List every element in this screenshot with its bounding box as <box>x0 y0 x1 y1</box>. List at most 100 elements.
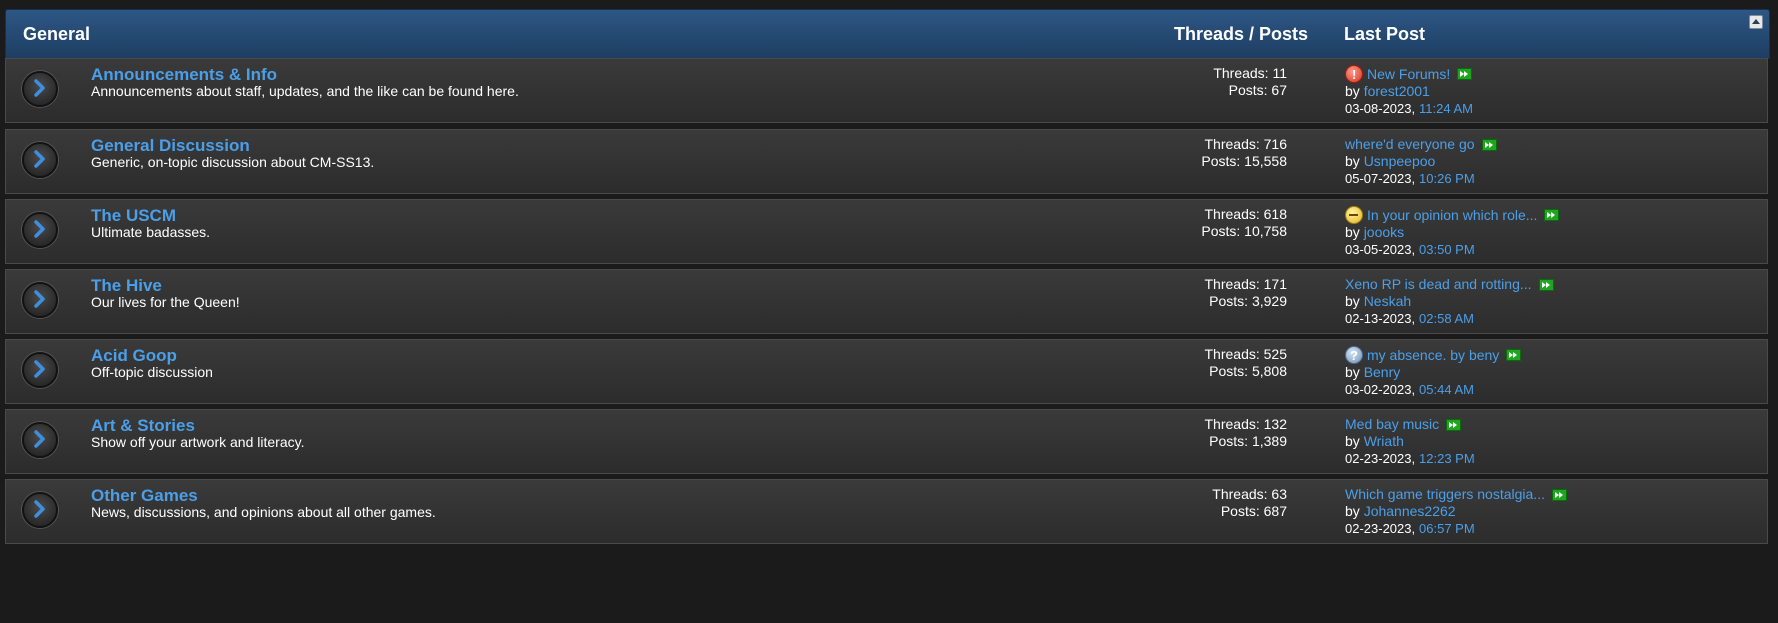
forum-title-link[interactable]: The USCM <box>91 206 176 226</box>
go-to-last-post-icon[interactable] <box>1481 138 1497 151</box>
forum-title-link[interactable]: The Hive <box>91 276 162 296</box>
last-post-date: 02-23-2023, <box>1345 451 1416 466</box>
forum-row: General Discussion Generic, on-topic disc… <box>5 129 1768 194</box>
forum-category-general: General Threads / Posts Last Post Announ… <box>5 9 1770 544</box>
chevron-right-icon <box>34 220 45 238</box>
go-to-last-post-icon[interactable] <box>1538 278 1554 291</box>
question-icon <box>1345 346 1363 364</box>
thread-count: Threads: 618 <box>1204 206 1288 222</box>
thread-count: Threads: 132 <box>1204 416 1288 432</box>
forum-description: Show off your artwork and literacy. <box>91 434 305 450</box>
by-label: by <box>1345 224 1360 240</box>
last-post-time: 05:44 AM <box>1419 382 1474 397</box>
last-post-user-link[interactable]: Wriath <box>1364 433 1404 449</box>
thread-count: Threads: 525 <box>1204 346 1288 362</box>
forum-description: Ultimate badasses. <box>91 224 211 240</box>
chevron-right-icon <box>34 79 45 97</box>
last-post-time: 10:26 PM <box>1419 171 1475 186</box>
forum-description: Our lives for the Queen! <box>91 294 240 310</box>
forum-description: News, discussions, and opinions about al… <box>91 504 436 520</box>
forum-stats: Threads: 716 Posts: 15,558 <box>1201 136 1287 170</box>
last-post-user-link[interactable]: Neskah <box>1364 293 1411 309</box>
last-post-time: 12:23 PM <box>1419 451 1475 466</box>
post-count: Posts: 1,389 <box>1209 433 1287 449</box>
go-to-last-post-icon[interactable] <box>1544 209 1560 221</box>
last-post-user-link[interactable]: forest2001 <box>1364 83 1430 99</box>
last-post-thread-link[interactable]: Med bay music <box>1345 416 1439 433</box>
post-count: Posts: 15,558 <box>1201 153 1287 169</box>
last-post: where'd everyone go by Usnpeepoo 05-07-202… <box>1345 136 1497 187</box>
forum-description: Announcements about staff, updates, and … <box>91 83 519 99</box>
neutral-face-icon <box>1345 206 1363 224</box>
last-post-thread-link[interactable]: my absence. by beny <box>1367 347 1499 364</box>
by-label: by <box>1345 153 1360 169</box>
forum-stats: Threads: 618 Posts: 10,758 <box>1201 206 1287 240</box>
chevron-right-icon <box>34 430 45 448</box>
forum-title-link[interactable]: Announcements & Info <box>91 65 277 85</box>
forum-title-link[interactable]: General Discussion <box>91 136 250 156</box>
forum-stats: Threads: 171 Posts: 3,929 <box>1205 276 1288 310</box>
post-count: Posts: 3,929 <box>1209 293 1287 309</box>
forum-status-icon <box>22 352 58 388</box>
go-to-last-post-icon[interactable] <box>1506 349 1522 361</box>
forum-stats: Threads: 63 Posts: 687 <box>1212 486 1287 520</box>
forum-title-link[interactable]: Acid Goop <box>91 346 177 366</box>
last-post-date: 03-08-2023, <box>1345 101 1416 116</box>
category-title: General <box>23 24 91 44</box>
forum-description: Off-topic discussion <box>91 364 213 380</box>
last-post: In your opinion which role... by joooks 03… <box>1345 206 1560 258</box>
forum-row: Announcements & Info Announcements about … <box>5 58 1768 123</box>
last-post-thread-link[interactable]: where'd everyone go <box>1345 136 1475 153</box>
chevron-right-icon <box>34 290 45 308</box>
last-post-user-link[interactable]: joooks <box>1364 224 1404 240</box>
by-label: by <box>1345 503 1360 519</box>
thread-count: Threads: 11 <box>1213 65 1287 81</box>
forum-title-link[interactable]: Art & Stories <box>91 416 195 436</box>
forum-status-icon <box>22 422 58 458</box>
last-post-date: 03-02-2023, <box>1345 382 1416 397</box>
go-to-last-post-icon[interactable] <box>1551 488 1567 501</box>
chevron-right-icon <box>34 150 45 168</box>
forum-description: Generic, on-topic discussion about CM-SS… <box>91 154 375 170</box>
last-post-user-link[interactable]: Benry <box>1364 364 1401 380</box>
thread-count: Threads: 63 <box>1212 486 1287 502</box>
last-post-date: 02-23-2023, <box>1345 521 1416 536</box>
forum-stats: Threads: 525 Posts: 5,808 <box>1205 346 1288 380</box>
go-to-last-post-icon[interactable] <box>1457 68 1473 80</box>
forum-row: Acid Goop Off-topic discussion Threads: 52… <box>5 339 1768 404</box>
last-post-thread-link[interactable]: Which game triggers nostalgia... <box>1345 486 1545 503</box>
last-post-time: 02:58 AM <box>1419 311 1474 326</box>
post-count: Posts: 10,758 <box>1201 223 1287 239</box>
forum-stats: Threads: 11 Posts: 67 <box>1213 65 1287 99</box>
forum-status-icon <box>22 212 58 248</box>
last-post-thread-link[interactable]: In your opinion which role... <box>1367 207 1537 224</box>
last-post-user-link[interactable]: Usnpeepoo <box>1364 153 1436 169</box>
last-post: New Forums! by forest2001 03-08-2023, 11:2… <box>1345 65 1473 117</box>
last-post-thread-link[interactable]: Xeno RP is dead and rotting... <box>1345 276 1532 293</box>
forum-row: The USCM Ultimate badasses. Threads: 618 Po… <box>5 199 1768 264</box>
category-header: General Threads / Posts Last Post <box>5 9 1770 59</box>
warning-icon <box>1345 65 1363 83</box>
forum-status-icon <box>22 282 58 318</box>
forum-status-icon <box>22 71 58 107</box>
post-count: Posts: 687 <box>1220 503 1287 519</box>
last-post-time: 06:57 PM <box>1419 521 1475 536</box>
post-count: Posts: 5,808 <box>1209 363 1287 379</box>
forum-row: The Hive Our lives for the Queen! Threads:… <box>5 269 1768 334</box>
last-post-thread-link[interactable]: New Forums! <box>1367 66 1450 83</box>
forum-title-link[interactable]: Other Games <box>91 486 198 506</box>
last-post-user-link[interactable]: Johannes2262 <box>1364 503 1456 519</box>
chevron-right-icon <box>34 500 45 518</box>
chevron-right-icon <box>34 360 45 378</box>
forum-row: Other Games News, discussions, and opinio… <box>5 479 1768 544</box>
last-post-date: 05-07-2023, <box>1345 171 1416 186</box>
thread-count: Threads: 171 <box>1204 276 1288 292</box>
threads-posts-header: Threads / Posts <box>1174 24 1309 44</box>
post-count: Posts: 67 <box>1228 82 1287 98</box>
last-post: my absence. by beny by Benry 03-02-2023, 0… <box>1345 346 1522 398</box>
forum-status-icon <box>22 142 58 178</box>
collapse-icon[interactable] <box>1749 15 1763 29</box>
forum-stats: Threads: 132 Posts: 1,389 <box>1205 416 1288 450</box>
last-post-time: 11:24 AM <box>1419 101 1473 116</box>
go-to-last-post-icon[interactable] <box>1446 418 1462 431</box>
